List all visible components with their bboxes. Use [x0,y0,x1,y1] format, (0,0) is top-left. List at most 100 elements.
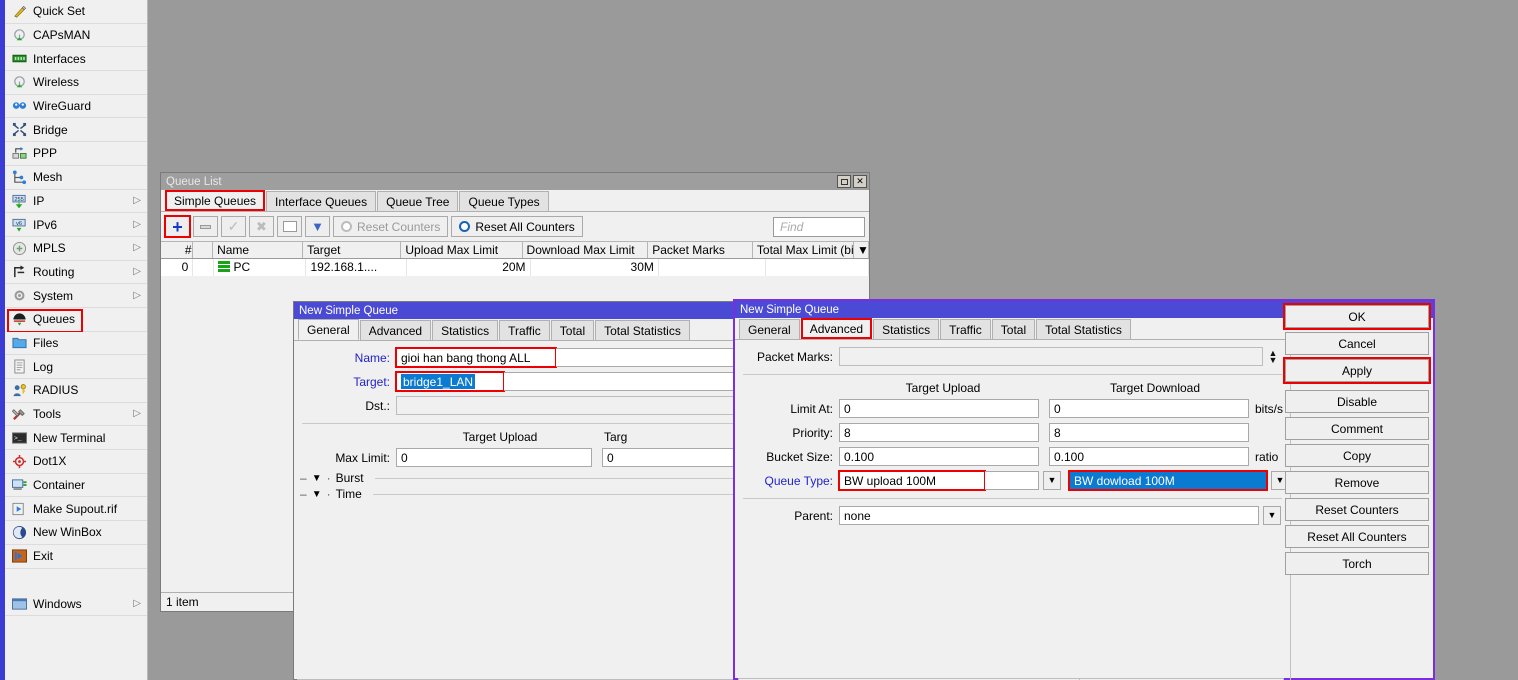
parent-input[interactable]: none [839,506,1259,525]
sidebar-item-label: MPLS [33,241,66,256]
col-total-max-limit[interactable]: Total Max Limit (bi [753,242,854,258]
target-input-overflow[interactable] [504,372,734,391]
tab-queue-tree[interactable]: Queue Tree [377,191,459,211]
comment-button[interactable] [277,216,302,237]
sidebar-item-new-terminal[interactable]: >_ New Terminal [5,426,147,451]
parent-dropdown-icon[interactable]: ▼ [1263,506,1281,525]
tab-interface-queues[interactable]: Interface Queues [266,191,377,211]
tab-queue-types[interactable]: Queue Types [459,191,549,211]
tab-statistics[interactable]: Statistics [873,319,940,339]
tab-general[interactable]: General [739,319,800,339]
column-menu-icon[interactable]: ▼ [854,242,869,258]
sidebar-item-wireless[interactable]: Wireless [5,71,147,95]
comment-button[interactable]: Comment [1285,417,1429,440]
name-input-overflow[interactable] [556,348,734,367]
tab-advanced[interactable]: Advanced [800,318,873,339]
col-icon[interactable] [193,242,214,258]
remove-queue-button[interactable] [193,216,218,237]
sidebar-item-routing[interactable]: Routing ▷ [5,260,147,285]
target-label: Target: [353,374,390,389]
limit-at-download-input[interactable]: 0 [1049,399,1249,418]
find-input[interactable]: Find [773,216,865,237]
remove-button[interactable]: Remove [1285,471,1429,494]
sidebar-item-mpls[interactable]: MPLS ▷ [5,236,147,261]
interfaces-icon [11,51,27,67]
reset-all-counters-button[interactable]: Reset All Counters [1285,525,1429,548]
cancel-button[interactable]: Cancel [1285,332,1429,355]
max-limit-upload-input[interactable]: 0 [396,448,592,467]
tab-simple-queues[interactable]: Simple Queues [165,190,266,211]
sidebar-item-capsman[interactable]: CAPsMAN [5,23,147,48]
bucket-size-upload-input[interactable]: 0.100 [839,447,1039,466]
packet-marks-spinner[interactable]: ▲ ▼ [1266,347,1280,366]
sidebar-item-quick-set[interactable]: Quick Set [5,0,147,24]
time-section-toggle[interactable]: – ▼ · Time [300,487,742,501]
limit-at-upload-input[interactable]: 0 [839,399,1039,418]
tab-traffic[interactable]: Traffic [940,319,991,339]
sidebar-item-system[interactable]: System ▷ [5,284,147,308]
torch-button[interactable]: Torch [1285,552,1429,575]
sidebar-item-radius[interactable]: RADIUS [5,379,147,403]
sidebar-item-wireguard[interactable]: WireGuard [5,94,147,119]
priority-download-input[interactable]: 8 [1049,423,1249,442]
reset-counters-button[interactable]: Reset Counters [1285,498,1429,521]
sidebar-item-ipv6[interactable]: v6 IPv6 ▷ [5,213,147,237]
maximize-button[interactable] [837,175,851,188]
sidebar-item-files[interactable]: Files [5,331,147,356]
queue-type-upload-input[interactable]: BW upload 100M [838,470,986,491]
close-icon[interactable]: ✕ [853,175,867,188]
queue-list-tabstrip: Simple Queues Interface Queues Queue Tree Q… [161,190,869,212]
apply-button[interactable]: Apply [1283,357,1431,384]
target-input[interactable]: bridge1_LAN [395,371,505,392]
enable-queue-button[interactable]: ✓ [221,216,246,237]
col-packet-marks[interactable]: Packet Marks [648,242,753,258]
tab-advanced[interactable]: Advanced [359,320,432,340]
sidebar-item-windows[interactable]: Windows ▷ [5,592,147,616]
sidebar-item-new-winbox[interactable]: New WinBox [5,521,147,545]
dst-input[interactable] [396,396,734,415]
reset-all-counters-button[interactable]: Reset All Counters [451,216,583,237]
max-limit-download-input[interactable]: 0 [602,448,736,467]
col-name[interactable]: Name [213,242,304,258]
sidebar-item-tools[interactable]: Tools ▷ [5,402,147,427]
sidebar-item-log[interactable]: Log [5,355,147,379]
priority-upload-input[interactable]: 8 [839,423,1039,442]
sidebar-item-interfaces[interactable]: Interfaces [5,47,147,72]
sidebar-item-dot1x[interactable]: Dot1X [5,450,147,474]
bucket-size-download-input[interactable]: 0.100 [1049,447,1249,466]
tab-total-statistics[interactable]: Total Statistics [1036,319,1131,339]
sidebar-item-ppp[interactable]: PPP [5,142,147,166]
disable-queue-button[interactable]: ✖ [249,216,274,237]
tab-total-statistics[interactable]: Total Statistics [595,320,690,340]
burst-section-toggle[interactable]: – ▼ · Burst [300,471,742,485]
name-input[interactable]: gioi han bang thong ALL [395,347,557,368]
copy-button[interactable]: Copy [1285,444,1429,467]
sidebar-item-make-supout-rif[interactable]: Make Supout.rif [5,497,147,522]
add-queue-button[interactable]: + [164,215,191,238]
sidebar-item-ip[interactable]: 255 IP ▷ [5,189,147,214]
filter-icon[interactable]: ▼ [305,216,330,237]
disable-button[interactable]: Disable [1285,390,1429,413]
tab-statistics[interactable]: Statistics [432,320,499,340]
tab-traffic[interactable]: Traffic [499,320,550,340]
col-upload-max-limit[interactable]: Upload Max Limit [401,242,523,258]
sidebar-item-queues[interactable]: Queues [5,307,147,333]
sidebar-item-container[interactable]: Container [5,473,147,498]
tab-total[interactable]: Total [991,319,1036,339]
sidebar-item-bridge[interactable]: Bridge [5,118,147,143]
packet-marks-input[interactable] [839,347,1263,366]
col-target[interactable]: Target [303,242,402,258]
reset-counters-button[interactable]: Reset Counters [333,216,449,237]
queue-type-upload-dropdown-icon[interactable]: ▼ [1043,471,1061,490]
sidebar-item-mesh[interactable]: Mesh [5,165,147,190]
table-row[interactable]: 0 PC 192.168.1.... 20M 30M [161,259,869,276]
ok-button[interactable]: OK [1283,303,1431,330]
sidebar-item-exit[interactable]: Exit [5,544,147,569]
supout-icon [11,501,27,517]
col-number[interactable]: # [161,242,193,258]
col-download-max-limit[interactable]: Download Max Limit [523,242,649,258]
queue-type-download-input[interactable]: BW dowload 100M [1068,470,1268,491]
tab-general[interactable]: General [298,319,359,340]
queue-type-upload-overflow[interactable] [985,471,1039,490]
tab-total[interactable]: Total [550,320,595,340]
